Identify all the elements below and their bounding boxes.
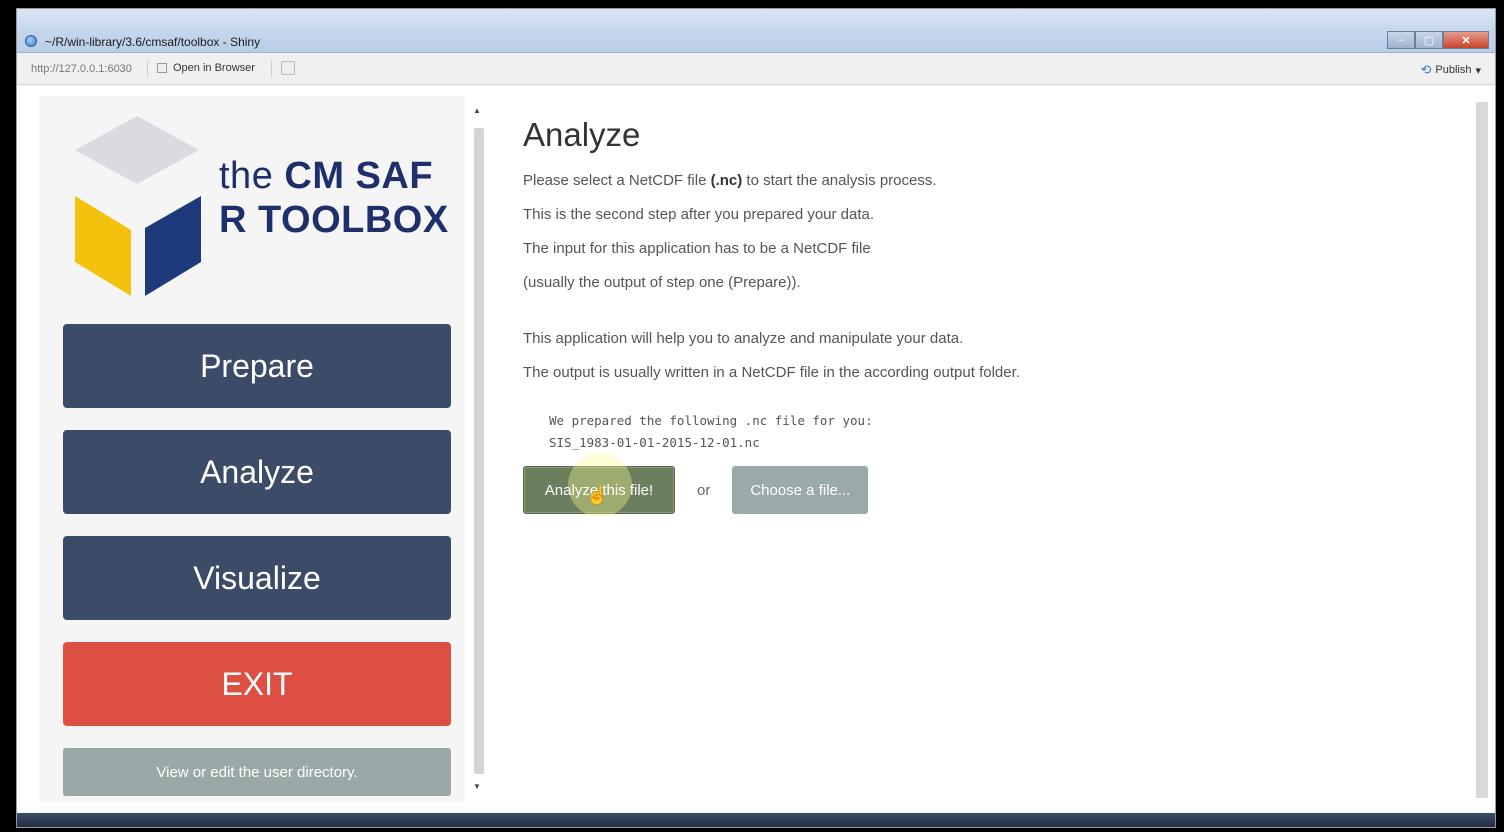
- sidebar: the CM SAF R TOOLBOX Prepare Analyze Vis…: [39, 96, 465, 802]
- analyze-file-button[interactable]: Analyze this file! ☝: [523, 453, 675, 517]
- address-bar: http://127.0.0.1:6030 Open in Browser ⟲ …: [17, 53, 1495, 85]
- page-scrollbar[interactable]: [1475, 86, 1489, 812]
- scroll-up-icon[interactable]: ▲: [473, 106, 481, 115]
- sidebar-scrollbar[interactable]: ▲ ▼: [471, 98, 485, 800]
- app-content: the CM SAF R TOOLBOX Prepare Analyze Vis…: [17, 86, 1495, 812]
- info-line: (usually the output of step one (Prepare…: [523, 274, 801, 291]
- info-line: The input for this application has to be…: [523, 240, 871, 257]
- separator: [271, 61, 272, 77]
- cmsaf-logo: the CM SAF R TOOLBOX: [69, 110, 449, 300]
- info-line: This application will help you to analyz…: [523, 330, 964, 347]
- separator: [147, 61, 148, 77]
- or-label: or: [697, 481, 711, 499]
- screen-frame: ~/R/win-library/3.6/cmsaf/toolbox - Shin…: [0, 0, 1504, 832]
- publish-icon: ⟲: [1420, 62, 1432, 77]
- app-window: ~/R/win-library/3.6/cmsaf/toolbox - Shin…: [16, 8, 1496, 828]
- cube-logo-icon: [75, 116, 201, 296]
- chevron-down-icon: ▾: [1475, 64, 1481, 77]
- prepared-file-name: SIS_1983-01-01-2015-12-01.nc: [549, 435, 760, 450]
- maximize-button[interactable]: ▢: [1415, 31, 1443, 49]
- window-title: ~/R/win-library/3.6/cmsaf/toolbox - Shin…: [45, 35, 261, 49]
- open-in-browser-button[interactable]: Open in Browser: [157, 62, 255, 74]
- nav-prepare-button[interactable]: Prepare: [63, 324, 451, 408]
- rstudio-app-icon: [25, 35, 37, 47]
- logo-the: the: [219, 155, 274, 197]
- action-row: Analyze this file! ☝ or Choose a file...: [523, 453, 1423, 517]
- intro-prefix: Please select a NetCDF file: [523, 172, 711, 189]
- exit-button[interactable]: EXIT: [63, 642, 451, 726]
- hand-cursor-icon: ☝: [586, 485, 609, 505]
- prepared-note: We prepared the following .nc file for y…: [549, 413, 873, 428]
- refresh-icon[interactable]: [281, 61, 295, 75]
- intro-suffix: to start the analysis process.: [742, 172, 937, 189]
- sidebar-scroll-thumb[interactable]: [474, 128, 484, 774]
- info-line: The output is usually written in a NetCD…: [523, 364, 1020, 381]
- intro-text: Please select a NetCDF file (.nc) to sta…: [523, 164, 1423, 198]
- nav-visualize-button[interactable]: Visualize: [63, 536, 451, 620]
- info-line: This is the second step after you prepar…: [523, 206, 875, 223]
- page-scroll-thumb[interactable]: [1476, 102, 1488, 798]
- publish-label: Publish: [1435, 64, 1472, 76]
- choose-file-button[interactable]: Choose a file...: [732, 466, 869, 514]
- scroll-down-icon[interactable]: ▼: [473, 782, 481, 791]
- main-panel: Analyze Please select a NetCDF file (.nc…: [523, 116, 1423, 517]
- prepared-file-output: We prepared the following .nc file for y…: [549, 410, 1423, 454]
- title-bar: ~/R/win-library/3.6/cmsaf/toolbox - Shin…: [17, 9, 1495, 53]
- nav-analyze-button[interactable]: Analyze: [63, 430, 451, 514]
- user-directory-button[interactable]: View or edit the user directory.: [63, 748, 451, 796]
- intro-bold: (.nc): [710, 172, 743, 189]
- browser-icon: [157, 63, 167, 73]
- logo-line2: R TOOLBOX: [219, 199, 449, 241]
- logo-text: the CM SAF R TOOLBOX: [219, 154, 449, 242]
- url-text[interactable]: http://127.0.0.1:6030: [31, 63, 132, 75]
- minimize-button[interactable]: –: [1387, 31, 1415, 49]
- open-in-browser-label: Open in Browser: [173, 62, 255, 74]
- window-controls: – ▢ ✕: [1387, 31, 1489, 49]
- page-title: Analyze: [523, 116, 641, 153]
- taskbar: [17, 813, 1495, 827]
- publish-button[interactable]: ⟲ Publish ▾: [1420, 62, 1481, 78]
- close-button[interactable]: ✕: [1443, 31, 1489, 49]
- logo-line1: CM SAF: [284, 155, 434, 197]
